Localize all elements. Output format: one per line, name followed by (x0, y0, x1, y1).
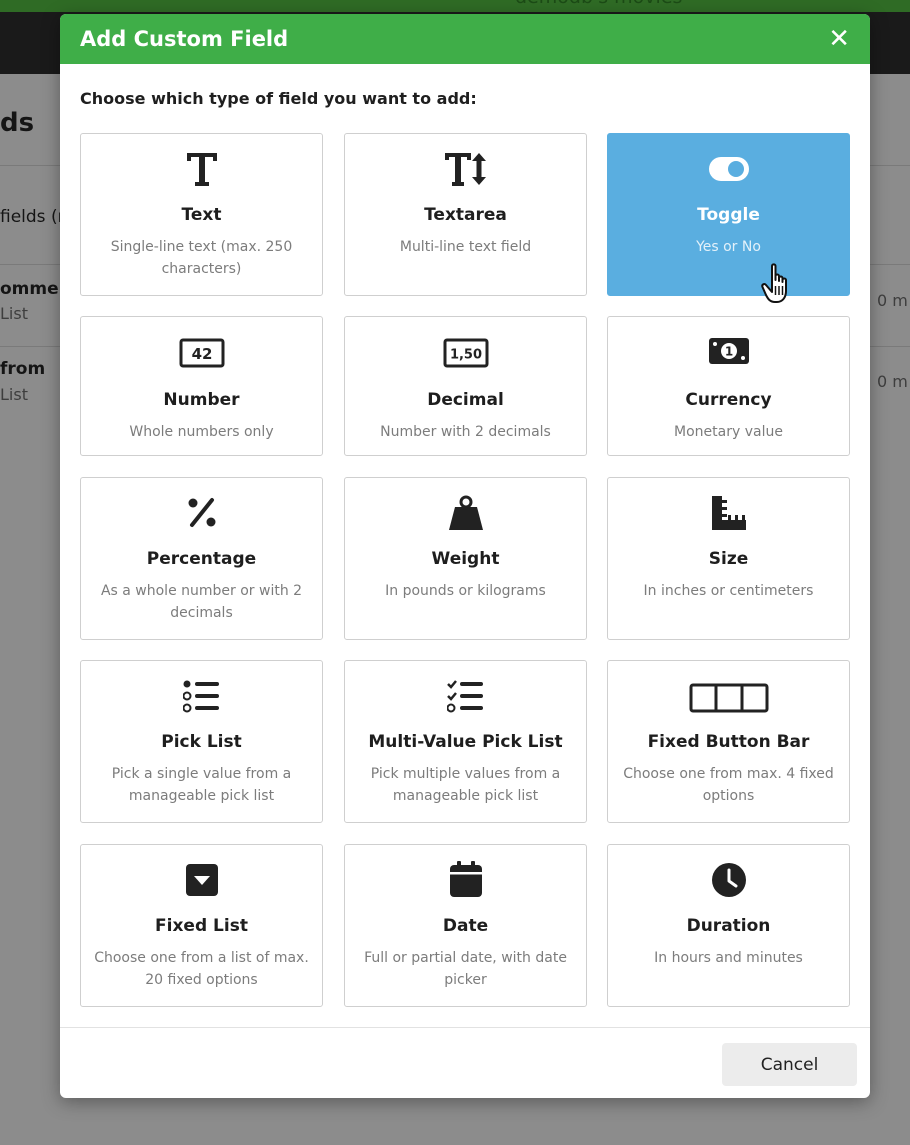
clock-icon (608, 861, 849, 899)
text-icon (81, 150, 322, 188)
list-item-subtitle: List (0, 385, 28, 404)
field-type-title: Weight (431, 549, 500, 569)
field-type-title: Text (181, 205, 222, 225)
field-type-title: Fixed Button Bar (647, 732, 810, 752)
app-title: demodb's movies (515, 0, 682, 8)
field-type-title: Date (442, 916, 489, 936)
field-type-description: Yes or No (696, 239, 761, 255)
percent-icon (81, 494, 322, 530)
field-type-card-pick-list[interactable]: Pick List Pick a single value from a man… (80, 660, 323, 823)
field-type-card-text[interactable]: Text Single-line text (max. 250 characte… (80, 133, 323, 296)
list-icon (81, 677, 322, 715)
checklist-icon (345, 677, 586, 715)
field-type-description: As a whole number or with 2 decimals (100, 583, 303, 621)
decimal-icon-text: 1,50 (449, 348, 481, 363)
number-icon: 42 (81, 337, 322, 369)
field-type-card-date[interactable]: Date Full or partial date, with date pic… (344, 844, 587, 1007)
field-type-title: Fixed List (155, 916, 248, 936)
decimal-icon: 1,50 (345, 337, 586, 369)
list-item-meta: 0 m (877, 372, 908, 391)
weight-icon (345, 494, 586, 532)
add-custom-field-dialog: Add Custom Field ✕ Choose which type of … (60, 14, 870, 1098)
list-item-subtitle: List (0, 304, 28, 323)
calendar-icon (345, 859, 586, 899)
toggle-icon (608, 152, 849, 186)
field-type-title: Duration (686, 916, 771, 936)
field-type-description: In pounds or kilograms (385, 583, 546, 599)
field-type-description: Choose one from a list of max. 20 fixed … (94, 950, 309, 988)
field-type-title: Textarea (424, 205, 507, 225)
field-type-title: Percentage (146, 549, 257, 569)
currency-icon: 1 (608, 335, 849, 367)
field-type-description: Whole numbers only (129, 424, 274, 440)
field-type-description: Choose one from max. 4 fixed options (623, 766, 834, 804)
textarea-icon (345, 150, 586, 188)
field-type-card-weight[interactable]: Weight In pounds or kilograms (344, 477, 587, 640)
field-type-card-toggle[interactable]: Toggle Yes or No (607, 133, 850, 296)
field-type-title: Toggle (697, 205, 760, 225)
field-type-title: Currency (685, 390, 772, 410)
field-type-card-size[interactable]: Size In inches or centimeters (607, 477, 850, 640)
fields-label: fields (r (0, 207, 65, 227)
svg-text:1: 1 (724, 345, 732, 359)
field-type-card-duration[interactable]: Duration In hours and minutes (607, 844, 850, 1007)
field-type-title: Multi-Value Pick List (368, 732, 563, 752)
number-icon-text: 42 (191, 345, 212, 363)
field-type-card-fixed-list[interactable]: Fixed List Choose one from a list of max… (80, 844, 323, 1007)
field-type-description: Full or partial date, with date picker (364, 950, 567, 988)
field-type-title: Size (708, 549, 749, 569)
page-heading: ds (0, 108, 35, 138)
field-type-description: In inches or centimeters (643, 583, 814, 599)
field-type-description: Multi-line text field (399, 239, 532, 255)
button-bar-icon (608, 683, 849, 713)
list-item-meta: 0 m (877, 291, 908, 310)
app-top-bar: demodb's movies (0, 0, 910, 12)
field-type-description: Pick multiple values from a manageable p… (370, 766, 561, 804)
field-type-card-number[interactable]: 42 Number Whole numbers only (80, 316, 323, 456)
field-type-title: Pick List (161, 732, 242, 752)
ruler-icon (608, 494, 849, 532)
field-type-title: Decimal (427, 390, 504, 410)
field-type-title: Number (163, 390, 240, 410)
field-type-description: Number with 2 decimals (380, 424, 551, 440)
field-type-description: Single-line text (max. 250 characters) (110, 239, 293, 277)
field-type-description: In hours and minutes (654, 950, 803, 966)
list-item-title: from (0, 359, 46, 379)
footer-divider (60, 1027, 870, 1028)
field-type-card-decimal[interactable]: 1,50 Decimal Number with 2 decimals (344, 316, 587, 456)
field-type-card-textarea[interactable]: Textarea Multi-line text field (344, 133, 587, 296)
field-type-card-percentage[interactable]: Percentage As a whole number or with 2 d… (80, 477, 323, 640)
field-type-description: Pick a single value from a manageable pi… (111, 766, 292, 804)
field-type-grid: Text Single-line text (max. 250 characte… (60, 14, 870, 1024)
field-type-description: Monetary value (674, 424, 783, 440)
field-type-card-fixed-button-bar[interactable]: Fixed Button Bar Choose one from max. 4 … (607, 660, 850, 823)
cancel-button[interactable]: Cancel (722, 1043, 857, 1086)
field-type-card-currency[interactable]: 1 Currency Monetary value (607, 316, 850, 456)
hand-pointer-cursor-icon (760, 262, 800, 310)
field-type-card-multi-value-pick-list[interactable]: Multi-Value Pick List Pick multiple valu… (344, 660, 587, 823)
dropdown-icon (81, 861, 322, 899)
